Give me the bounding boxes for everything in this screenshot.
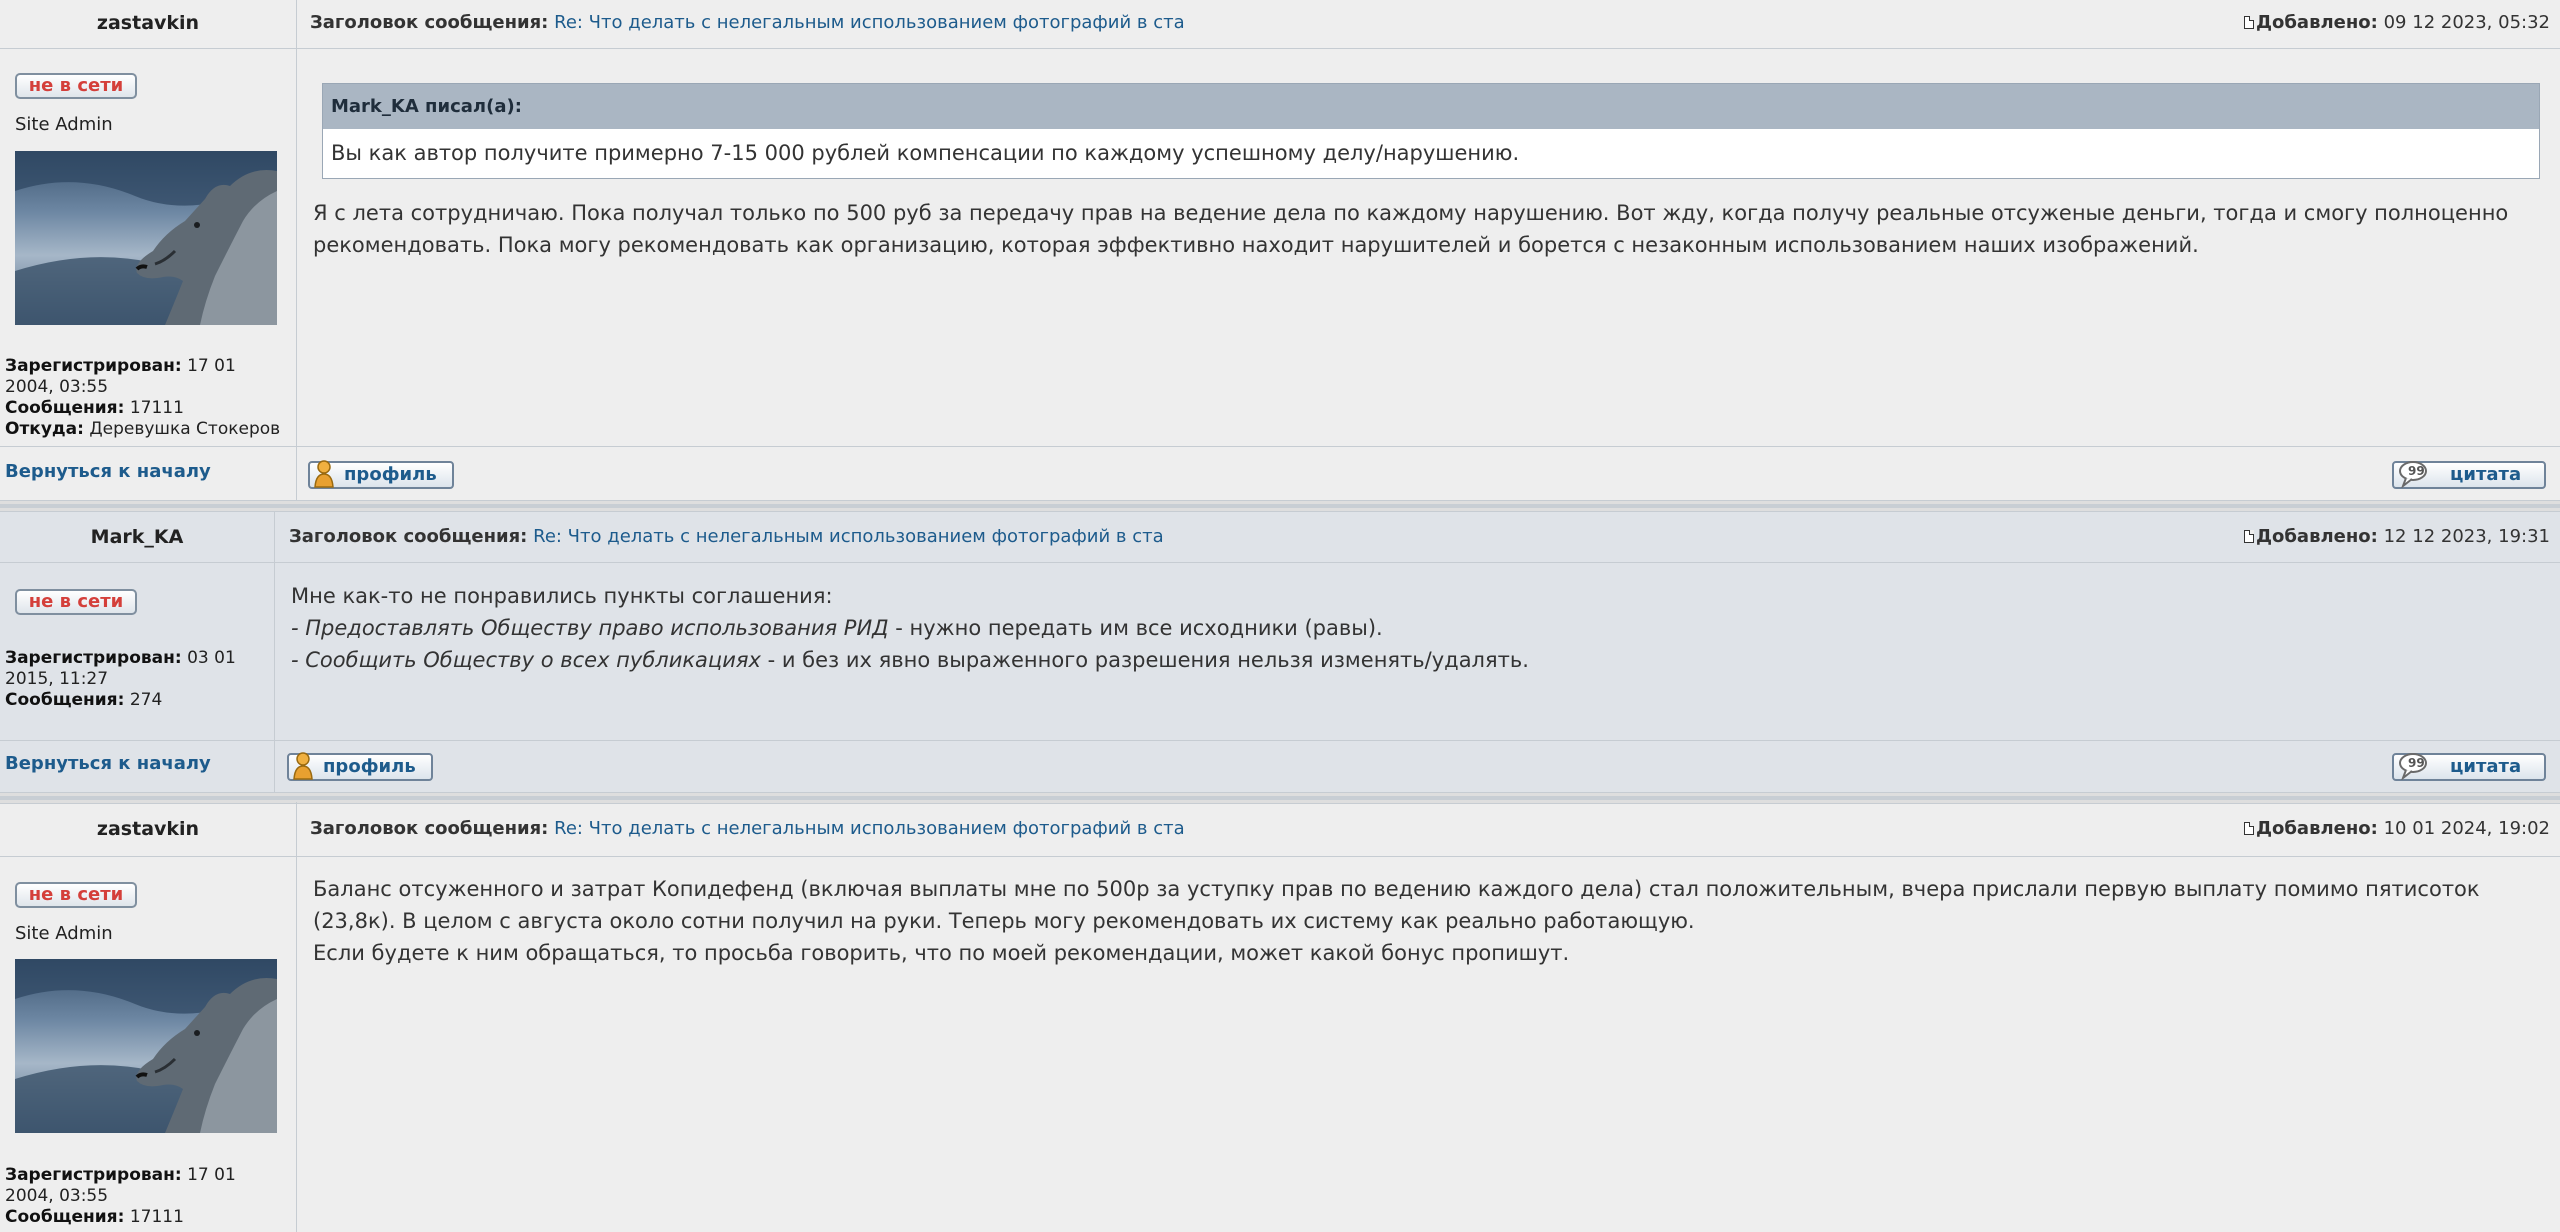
posts-count: 17111 xyxy=(129,1207,184,1227)
user-info: Зарегистрирован: 03 01 2015, 11:27 Сообщ… xyxy=(5,648,267,711)
quote-button-label: цитата xyxy=(2450,756,2522,777)
avatar xyxy=(15,151,277,325)
status-badge: не в сети xyxy=(15,882,137,908)
post-subject: Заголовок сообщения: Re: Что делать с не… xyxy=(310,0,1185,48)
column-divider xyxy=(296,0,297,500)
subject-label: Заголовок сообщения: xyxy=(310,12,549,33)
back-to-top-link[interactable]: Вернуться к началу xyxy=(5,753,211,774)
row-divider xyxy=(0,740,2560,741)
subject-link[interactable]: Re: Что делать с нелегальным использован… xyxy=(554,818,1185,839)
quote-button[interactable]: 99 цитата xyxy=(2392,461,2546,489)
posts-label: Сообщения: xyxy=(5,690,125,710)
quote-block: Mark_KA писал(а): Вы как автор получите … xyxy=(322,83,2540,179)
svg-text:99: 99 xyxy=(2408,464,2425,478)
quote-bubble-icon: 99 xyxy=(2399,461,2427,488)
post-text-line: Мне как-то не понравились пункты соглаше… xyxy=(291,584,833,608)
post-text: Если будете к ним обращаться, то просьба… xyxy=(313,941,1570,965)
quote-button[interactable]: 99 цитата xyxy=(2392,753,2546,781)
date-value: 09 12 2023, 05:32 xyxy=(2383,12,2550,33)
user-info: Зарегистрирован: 17 01 2004, 03:55 Сообщ… xyxy=(5,356,287,440)
profile-button[interactable]: профиль xyxy=(287,752,433,781)
posts-label: Сообщения: xyxy=(5,1207,125,1227)
row-divider xyxy=(0,48,2560,49)
row-divider xyxy=(0,562,2560,563)
profile-person-icon xyxy=(314,460,334,488)
registered-date-time: 2015, 11:27 xyxy=(5,669,109,689)
post-author-name[interactable]: zastavkin xyxy=(0,0,296,48)
registered-label: Зарегистрирован: xyxy=(5,356,182,376)
post-date: Добавлено: 12 12 2023, 19:31 xyxy=(2243,512,2550,562)
agreement-clause: - Предоставлять Обществу право использов… xyxy=(291,616,889,640)
post-document-icon[interactable] xyxy=(2243,529,2255,543)
subject-label: Заголовок сообщения: xyxy=(310,818,549,839)
profile-button-label: профиль xyxy=(323,756,416,777)
post-body: Я с лета сотрудничаю. Пока получал тольк… xyxy=(313,197,2549,261)
post-text-line: - Сообщить Обществу о всех публикациях -… xyxy=(291,644,2541,676)
registered-label: Зарегистрирован: xyxy=(5,1165,182,1185)
post-date: Добавлено: 09 12 2023, 05:32 xyxy=(2243,0,2550,48)
post-text-line: - Предоставлять Обществу право использов… xyxy=(291,612,2541,644)
quote-button-label: цитата xyxy=(2450,464,2522,485)
registered-date: 17 01 xyxy=(187,356,236,376)
profile-person-icon xyxy=(293,752,313,780)
profile-button[interactable]: профиль xyxy=(308,460,454,489)
post-text: Баланс отсуженного и затрат Копидефенд (… xyxy=(313,877,2480,933)
post-document-icon[interactable] xyxy=(2243,821,2255,835)
avatar xyxy=(15,959,277,1133)
agreement-clause: - Сообщить Обществу о всех публикациях xyxy=(291,648,761,672)
date-label: Добавлено: xyxy=(2255,818,2378,839)
wolf-avatar-image xyxy=(15,151,277,325)
post-document-icon[interactable] xyxy=(2243,15,2255,29)
clause-comment: - нужно передать им все исходники (равы)… xyxy=(888,616,1383,640)
column-divider xyxy=(296,802,297,1232)
post-subject: Заголовок сообщения: Re: Что делать с не… xyxy=(289,512,1164,562)
subject-link[interactable]: Re: Что делать с нелегальным использован… xyxy=(554,12,1185,33)
posts-label: Сообщения: xyxy=(5,398,125,418)
date-value: 12 12 2023, 19:31 xyxy=(2383,526,2550,547)
quote-bubble-icon: 99 xyxy=(2399,753,2427,780)
registered-date: 03 01 xyxy=(187,648,236,668)
registered-date-time: 2004, 03:55 xyxy=(5,377,109,397)
posts-count: 274 xyxy=(129,690,163,710)
post-author-name[interactable]: Mark_KA xyxy=(0,512,274,562)
registered-label: Зарегистрирован: xyxy=(5,648,182,668)
svg-text:99: 99 xyxy=(2408,756,2425,770)
date-label: Добавлено: xyxy=(2255,526,2378,547)
user-rank: Site Admin xyxy=(15,114,113,135)
user-rank: Site Admin xyxy=(15,923,113,944)
user-location: Деревушка Стокеров xyxy=(89,419,281,439)
row-divider xyxy=(0,446,2560,447)
wolf-avatar-image xyxy=(15,959,277,1133)
date-value: 10 01 2024, 19:02 xyxy=(2383,818,2550,839)
subject-link[interactable]: Re: Что делать с нелегальным использован… xyxy=(533,526,1164,547)
forum-post: zastavkin Заголовок сообщения: Re: Что д… xyxy=(0,802,2560,1232)
column-divider xyxy=(274,512,275,792)
post-body: Мне как-то не понравились пункты соглаше… xyxy=(291,580,2541,676)
post-text: Я с лета сотрудничаю. Пока получал тольк… xyxy=(313,201,2509,257)
post-author-name[interactable]: zastavkin xyxy=(0,802,296,856)
subject-label: Заголовок сообщения: xyxy=(289,526,528,547)
post-separator xyxy=(0,500,2560,512)
profile-button-label: профиль xyxy=(344,464,437,485)
back-to-top-link[interactable]: Вернуться к началу xyxy=(5,461,211,482)
posts-count: 17111 xyxy=(129,398,184,418)
status-badge: не в сети xyxy=(15,73,137,99)
post-subject: Заголовок сообщения: Re: Что делать с не… xyxy=(310,802,1185,856)
row-divider xyxy=(0,856,2560,857)
post-body: Баланс отсуженного и затрат Копидефенд (… xyxy=(313,873,2549,969)
location-label: Откуда: xyxy=(5,419,84,439)
clause-comment: - и без их явно выраженного разрешения н… xyxy=(760,648,1529,672)
quote-text: Вы как автор получите примерно 7-15 000 … xyxy=(331,141,1520,165)
quote-author: Mark_KA писал(а): xyxy=(323,84,2539,129)
status-badge: не в сети xyxy=(15,589,137,615)
forum-post: Mark_KA Заголовок сообщения: Re: Что дел… xyxy=(0,512,2560,792)
user-info: Зарегистрирован: 17 01 2004, 03:55 Сообщ… xyxy=(5,1165,287,1228)
registered-date-time: 2004, 03:55 xyxy=(5,1186,109,1206)
forum-post: zastavkin Заголовок сообщения: Re: Что д… xyxy=(0,0,2560,500)
date-label: Добавлено: xyxy=(2255,12,2378,33)
registered-date: 17 01 xyxy=(187,1165,236,1185)
post-date: Добавлено: 10 01 2024, 19:02 xyxy=(2243,802,2550,856)
